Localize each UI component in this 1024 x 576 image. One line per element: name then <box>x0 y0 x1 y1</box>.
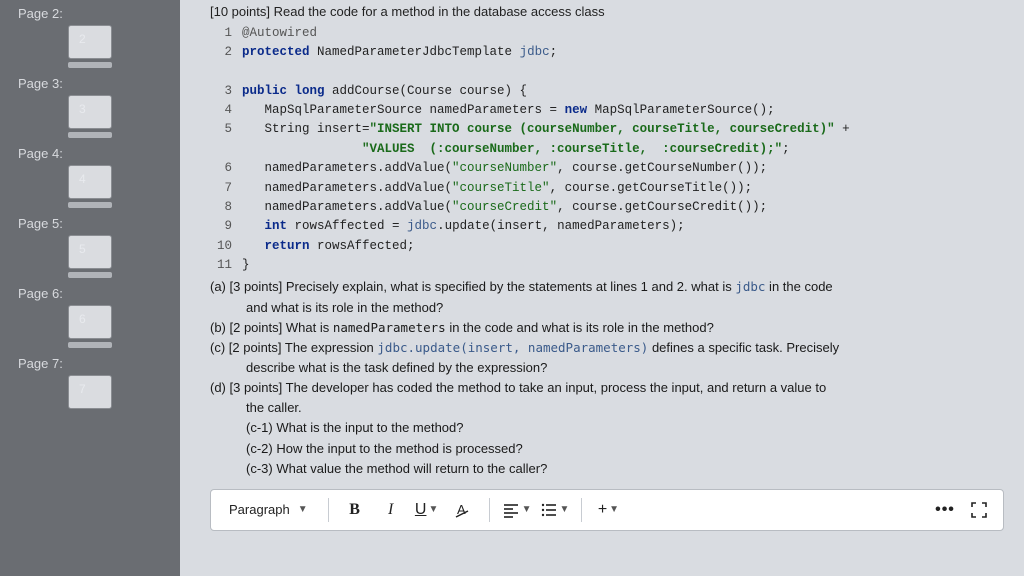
page-label: Page 5: <box>8 210 172 235</box>
thumb-preview: 5 <box>68 235 112 269</box>
format-select-label: Paragraph <box>229 502 290 517</box>
more-button[interactable]: ••• <box>931 496 959 524</box>
thumb-footer <box>68 272 112 278</box>
page-thumbnail-sidebar: Page 2: 2 Page 3: 3 Page 4: 4 Page 5: 5 … <box>0 0 180 576</box>
thumb-footer <box>68 62 112 68</box>
thumb-preview: 2 <box>68 25 112 59</box>
format-select[interactable]: Paragraph ▼ <box>221 498 316 521</box>
part-d-c1: (c-1) What is the input to the method? <box>210 418 1004 438</box>
align-left-icon <box>502 501 520 519</box>
text-color-icon: A <box>454 501 472 519</box>
editor-toolbar: Paragraph ▼ B I U▼ A ▼ <box>210 489 1004 531</box>
thumb-preview: 3 <box>68 95 112 129</box>
chevron-down-icon: ▼ <box>609 504 619 515</box>
separator <box>581 498 582 522</box>
page-label: Page 2: <box>8 0 172 25</box>
thumb-footer <box>68 132 112 138</box>
text-color-button[interactable]: A <box>449 496 477 524</box>
part-d: (d) [3 points] The developer has coded t… <box>210 378 1004 479</box>
page-thumb-5[interactable]: Page 5: 5 <box>8 210 172 278</box>
thumb-preview: 7 <box>68 375 112 409</box>
question-header: [10 points] Read the code for a method i… <box>210 2 1004 22</box>
thumb-preview: 4 <box>68 165 112 199</box>
code-listing: 1@Autowired 2protected NamedParameterJdb… <box>210 24 1004 276</box>
chevron-down-icon: ▼ <box>522 504 532 515</box>
part-a: (a) [3 points] Precisely explain, what i… <box>210 277 1004 317</box>
bold-button[interactable]: B <box>341 496 369 524</box>
align-button[interactable]: ▼ <box>502 496 532 524</box>
fullscreen-icon <box>971 502 987 518</box>
page-label: Page 6: <box>8 280 172 305</box>
part-b: (b) [2 points] What is namedParameters i… <box>210 318 1004 338</box>
chevron-down-icon: ▼ <box>428 504 438 515</box>
underline-button[interactable]: U▼ <box>413 496 441 524</box>
separator <box>328 498 329 522</box>
separator <box>489 498 490 522</box>
list-icon <box>540 501 558 519</box>
page-thumb-7[interactable]: Page 7: 7 <box>8 350 172 409</box>
fullscreen-button[interactable] <box>965 496 993 524</box>
thumb-preview: 6 <box>68 305 112 339</box>
chevron-down-icon: ▼ <box>298 504 308 515</box>
insert-button[interactable]: +▼ <box>594 496 622 524</box>
page-thumb-3[interactable]: Page 3: 3 <box>8 70 172 138</box>
italic-button[interactable]: I <box>377 496 405 524</box>
page-thumb-6[interactable]: Page 6: 6 <box>8 280 172 348</box>
list-button[interactable]: ▼ <box>540 496 570 524</box>
page-thumb-2[interactable]: Page 2: 2 <box>8 0 172 68</box>
question-parts: (a) [3 points] Precisely explain, what i… <box>210 277 1004 478</box>
part-d-c2: (c-2) How the input to the method is pro… <box>210 439 1004 459</box>
part-d-c3: (c-3) What value the method will return … <box>210 459 1004 479</box>
page-label: Page 7: <box>8 350 172 375</box>
chevron-down-icon: ▼ <box>560 504 570 515</box>
page-label: Page 4: <box>8 140 172 165</box>
thumb-footer <box>68 342 112 348</box>
page-thumb-4[interactable]: Page 4: 4 <box>8 140 172 208</box>
document-main: [10 points] Read the code for a method i… <box>180 0 1024 576</box>
thumb-footer <box>68 202 112 208</box>
page-label: Page 3: <box>8 70 172 95</box>
part-c: (c) [2 points] The expression jdbc.updat… <box>210 338 1004 378</box>
